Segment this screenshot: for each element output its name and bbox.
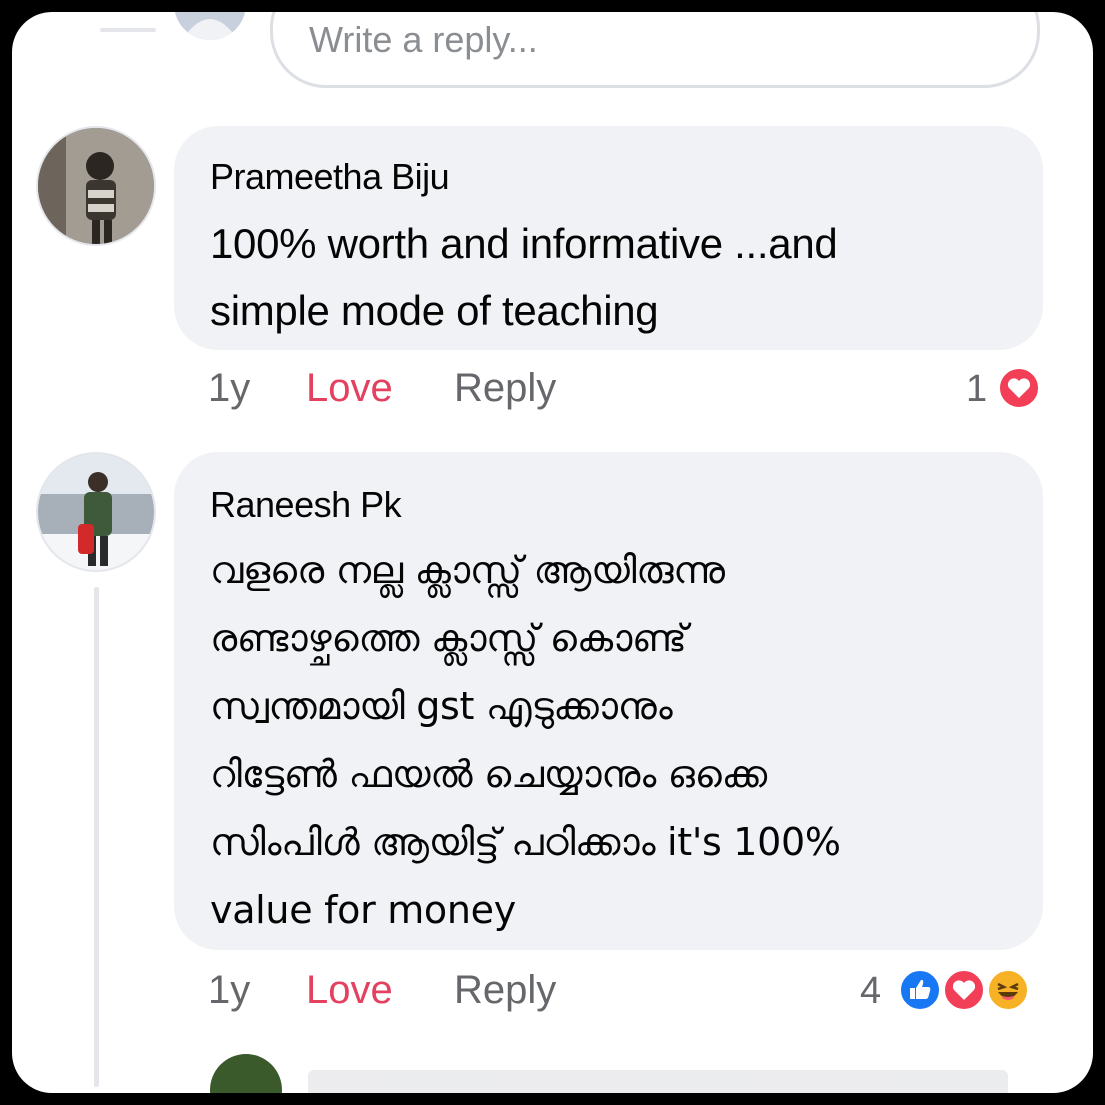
love-icon[interactable]	[997, 366, 1041, 410]
comment-time: 1y	[208, 968, 251, 1012]
comments-screen: Write a reply... Prameetha Biju 100% wor…	[12, 12, 1093, 1093]
thread-connector	[100, 28, 156, 32]
reply-avatar[interactable]	[210, 1054, 282, 1093]
reply-input[interactable]: Write a reply...	[270, 12, 1040, 88]
reaction-count[interactable]: 4	[860, 970, 881, 1013]
love-icon[interactable]	[942, 968, 986, 1012]
reaction-count[interactable]: 1	[966, 368, 987, 411]
reply-composer-row: Write a reply...	[12, 12, 1093, 112]
comment-bubble[interactable]: Raneesh Pk വളരെ നല്ല ക്ലാസ്സ് ആയിരുന്നു …	[174, 452, 1043, 950]
comment-text: 100% worth and informative ...and simple…	[210, 220, 838, 334]
comment-author[interactable]: Raneesh Pk	[210, 484, 402, 526]
reply-placeholder: Write a reply...	[309, 19, 538, 60]
comment-time: 1y	[208, 366, 251, 410]
reply-button[interactable]: Reply	[454, 366, 556, 411]
current-user-avatar[interactable]	[174, 12, 246, 40]
haha-icon[interactable]	[986, 968, 1030, 1012]
comment-bubble[interactable]: Prameetha Biju 100% worth and informativ…	[174, 126, 1043, 350]
like-icon[interactable]	[898, 968, 942, 1012]
avatar-raneesh[interactable]	[36, 452, 156, 572]
love-button[interactable]: Love	[306, 366, 393, 411]
reply-button[interactable]: Reply	[454, 968, 556, 1013]
comment-author[interactable]: Prameetha Biju	[210, 156, 450, 198]
avatar-prameetha[interactable]	[36, 126, 156, 246]
comment-text: വളരെ നല്ല ക്ലാസ്സ് ആയിരുന്നു രണ്ടാഴ്ചത്ത…	[210, 548, 841, 932]
reply-preview-cutoff	[308, 1070, 1008, 1093]
comment-actions: 1y Love Reply	[12, 366, 1093, 416]
love-button[interactable]: Love	[306, 968, 393, 1013]
